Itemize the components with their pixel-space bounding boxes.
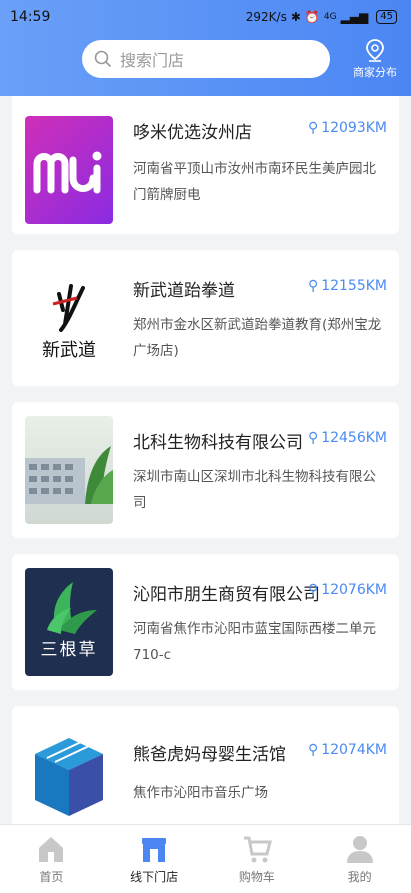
- store-address: 郑州市金水区新武道跆拳道教育(郑州宝龙广场店): [133, 317, 382, 359]
- store-logo: 新武道: [25, 264, 113, 372]
- user-icon: [346, 835, 373, 863]
- store-distance: 12074KM: [321, 742, 387, 758]
- tab-label: 线下门店: [130, 869, 179, 884]
- store-name: 熊爸虎妈母婴生活馆: [133, 745, 286, 765]
- tab-home[interactable]: 首页: [0, 825, 103, 893]
- cube-logo: [35, 738, 103, 816]
- merchant-map-label: 商家分布: [353, 66, 397, 79]
- status-bar: 14:59 292K/s ✱ ⏰ 4G ▂▄▆ 45: [0, 0, 411, 34]
- location-icon: ⚲: [307, 120, 319, 136]
- store-distance: 12155KM: [321, 278, 387, 294]
- store-distance: 12093KM: [321, 120, 387, 136]
- merchant-map-button[interactable]: 商家分布: [349, 38, 401, 80]
- store-distance: 12076KM: [321, 582, 387, 598]
- store-card[interactable]: 北科生物科技有限公司 ⚲ 12456KM 深圳市南山区深圳市北科生物科技有限公司: [12, 402, 399, 538]
- store-logo-text: 三根草: [40, 640, 98, 660]
- store-card[interactable]: 三根草 沁阳市朋生商贸有限公司 ⚲ 12076KM 河南省焦作市沁阳市蓝宝国际西…: [12, 554, 399, 690]
- tab-label: 购物车: [238, 869, 275, 884]
- location-icon: ⚲: [307, 742, 319, 758]
- cart-icon: [243, 836, 272, 862]
- store-card[interactable]: 熊爸虎妈母婴生活馆 ⚲ 12074KM 焦作市沁阳市音乐广场: [12, 706, 399, 824]
- signal-icon: ▂▄▆: [340, 10, 369, 24]
- svg-text:新武道: 新武道: [42, 340, 96, 361]
- battery-icon: 45: [376, 10, 397, 24]
- location-icon: ⚲: [307, 582, 319, 598]
- mi-logo-icon: [33, 151, 102, 194]
- bottom-tab-bar: 首页 线下门店 购物车 我的: [0, 824, 411, 893]
- tab-label: 我的: [347, 869, 372, 884]
- tab-label: 首页: [39, 869, 64, 884]
- store-list[interactable]: 哆米优选汝州店 ⚲ 12093KM 河南省平顶山市汝州市南环民生美庐园北门箭牌厨…: [0, 96, 411, 824]
- store-distance: 12456KM: [321, 430, 387, 446]
- home-icon: [39, 836, 64, 862]
- bluetooth-icon: ✱: [290, 10, 301, 24]
- tab-cart[interactable]: 购物车: [206, 825, 309, 893]
- store-logo: [25, 720, 113, 824]
- store-card[interactable]: 哆米优选汝州店 ⚲ 12093KM 河南省平顶山市汝州市南环民生美庐园北门箭牌厨…: [12, 96, 399, 234]
- tab-offline-stores[interactable]: 线下门店: [103, 825, 206, 893]
- store-address: 河南省平顶山市汝州市南环民生美庐园北门箭牌厨电: [133, 161, 376, 203]
- store-icon: [142, 837, 167, 862]
- search-placeholder: 搜索门店: [120, 51, 185, 70]
- store-card[interactable]: 新武道 新武道跆拳道 ⚲ 12155KM 郑州市金水区新武道跆拳道教育(郑州宝龙…: [12, 250, 399, 386]
- building-photo: [25, 446, 113, 504]
- status-time: 14:59: [10, 9, 51, 25]
- store-logo: [25, 116, 113, 224]
- tab-profile[interactable]: 我的: [308, 825, 411, 893]
- store-name: 哆米优选汝州店: [133, 123, 252, 143]
- store-address: 深圳市南山区深圳市北科生物科技有限公司: [133, 469, 376, 511]
- store-name: 北科生物科技有限公司: [133, 433, 303, 453]
- network-speed: 292K/s: [245, 10, 287, 24]
- alarm-icon: ⏰: [304, 10, 320, 24]
- store-address: 焦作市沁阳市音乐广场: [133, 785, 268, 801]
- store-logo: 三根草: [25, 568, 113, 676]
- store-address: 河南省焦作市沁阳市蓝宝国际西楼二单元710-c: [133, 621, 376, 663]
- search-icon: [94, 50, 112, 68]
- header: 14:59 292K/s ✱ ⏰ 4G ▂▄▆ 45 搜索门店 商家分布: [0, 0, 411, 96]
- location-icon: ⚲: [307, 278, 319, 294]
- store-logo: [25, 416, 113, 524]
- calligraphy-logo: 新武道: [42, 284, 96, 361]
- location-pin-icon: [366, 39, 384, 62]
- search-input[interactable]: 搜索门店: [82, 40, 330, 78]
- store-name: 新武道跆拳道: [133, 281, 235, 301]
- location-icon: ⚲: [307, 430, 319, 446]
- signal-label: 4G: [323, 12, 337, 22]
- store-name: 沁阳市朋生商贸有限公司: [133, 585, 320, 605]
